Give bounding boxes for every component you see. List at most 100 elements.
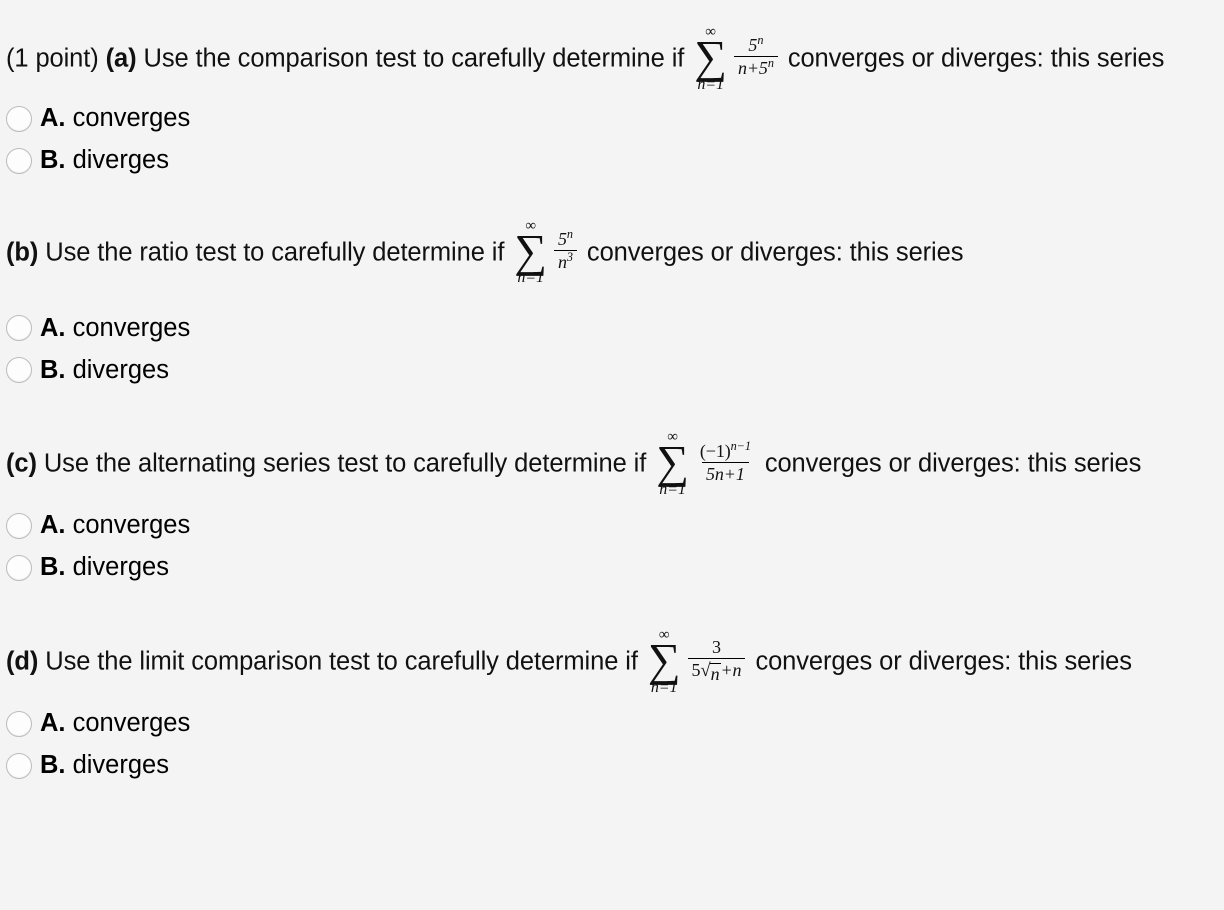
choice-label-b-diverges: B. diverges	[40, 355, 169, 384]
num-base-d: 3	[712, 636, 721, 657]
fraction-denominator-a: n+5n	[733, 56, 778, 79]
choice-key-a-2: B.	[40, 145, 66, 174]
question-text-a: (1 point) (a) Use the comparison test to…	[0, 25, 1224, 94]
part-label-d: (d)	[6, 647, 39, 676]
fraction-c: (−1)n−1 5n+1	[696, 438, 755, 484]
choice-value-d-1: converges	[65, 709, 191, 738]
choice-b-converges[interactable]: A. converges	[0, 307, 1224, 349]
part-label-a: (a)	[105, 44, 137, 73]
question-suffix-b: converges or diverges: this series	[579, 238, 964, 267]
question-text-b: (b) Use the ratio test to carefully dete…	[0, 218, 1224, 288]
choice-d-diverges[interactable]: B. diverges	[0, 745, 1224, 787]
choice-d-converges[interactable]: A. converges	[0, 703, 1224, 745]
part-label-c: (c)	[6, 450, 37, 479]
sigma-icon: ∑	[647, 634, 681, 686]
choices-c: A. converges B. diverges	[0, 505, 1224, 589]
choice-value-c-1: converges	[65, 511, 191, 540]
choice-value-a-1: converges	[65, 103, 191, 132]
choice-value-a-2: diverges	[65, 145, 169, 174]
fraction-denominator-b: n3	[554, 250, 577, 272]
fraction-numerator-b: 5n	[554, 226, 577, 250]
sum-lower-limit-c: n=1	[659, 481, 686, 499]
den-prefix-d: 5	[691, 660, 701, 681]
sigma-icon: ∑	[694, 31, 727, 82]
math-expression-a: ∞ ∑ n=1 5n n+5n	[694, 25, 778, 93]
math-expression-b: ∞ ∑ n=1 5n n3	[514, 218, 577, 287]
square-root-icon: √ n	[700, 661, 721, 684]
sum-lower-limit-d: n=1	[650, 678, 678, 696]
fraction-numerator-a: 5n	[744, 33, 767, 56]
choice-c-diverges[interactable]: B. diverges	[0, 547, 1224, 589]
num-exponent-a: n	[757, 33, 764, 48]
radio-b-converges[interactable]	[6, 315, 32, 342]
choices-a: A. converges B. diverges	[0, 98, 1224, 182]
question-prefix-c: Use the alternating series test to caref…	[36, 450, 654, 479]
radio-a-diverges[interactable]	[6, 147, 32, 174]
problem-d: (d) Use the limit comparison test to car…	[0, 589, 1224, 787]
problem-b: (b) Use the ratio test to carefully dete…	[0, 182, 1224, 392]
num-base-b: 5	[558, 228, 567, 249]
fraction-b: 5n n3	[554, 226, 577, 272]
sigma-icon: ∑	[656, 436, 689, 488]
problem-page: (1 point) (a) Use the comparison test to…	[0, 0, 1224, 910]
question-prefix-a: Use the comparison test to carefully det…	[136, 44, 692, 73]
summation-symbol-c: ∞ ∑ n=1	[656, 430, 689, 498]
fraction-denominator-d: 5 √ n +n	[687, 658, 746, 684]
choice-c-converges[interactable]: A. converges	[0, 505, 1224, 547]
problem-a: (1 point) (a) Use the comparison test to…	[0, 0, 1224, 182]
question-prefix-b: Use the ratio test to carefully determin…	[38, 238, 512, 267]
question-text-c: (c) Use the alternating series test to c…	[0, 430, 1224, 499]
choice-label-c-diverges: B. diverges	[40, 555, 169, 581]
radio-c-converges[interactable]	[6, 513, 32, 540]
question-suffix-a: converges or diverges: this series	[780, 44, 1165, 73]
choice-key-b-2: B.	[40, 355, 66, 384]
radio-b-diverges[interactable]	[6, 357, 32, 384]
sum-lower-limit-b: n=1	[517, 269, 544, 287]
choice-key-c-1: A.	[40, 511, 66, 540]
radio-d-diverges[interactable]	[6, 752, 32, 779]
problem-c: (c) Use the alternating series test to c…	[0, 391, 1224, 589]
choice-a-diverges[interactable]: B. diverges	[0, 140, 1224, 182]
choice-key-c-2: B.	[40, 553, 66, 582]
fraction-numerator-c: (−1)n−1	[696, 438, 755, 462]
choice-value-c-2: diverges	[65, 553, 169, 582]
choice-a-converges[interactable]: A. converges	[0, 98, 1224, 140]
den-exponent-a: n	[767, 56, 774, 71]
choice-value-b-2: diverges	[65, 355, 169, 384]
choice-label-a-diverges: B. diverges	[40, 145, 169, 174]
den-base-a: n+5	[737, 58, 768, 79]
math-expression-c: ∞ ∑ n=1 (−1)n−1 5n+1	[656, 430, 755, 498]
num-base-c: (−1)	[699, 440, 731, 461]
radio-a-converges[interactable]	[6, 105, 32, 132]
summation-symbol-a: ∞ ∑ n=1	[694, 25, 727, 93]
fraction-denominator-c: 5n+1	[701, 461, 749, 484]
choice-label-b-converges: A. converges	[40, 313, 190, 342]
part-label-b: (b)	[6, 238, 39, 267]
choice-b-diverges[interactable]: B. diverges	[0, 349, 1224, 391]
summation-symbol-d: ∞ ∑ n=1	[648, 628, 681, 696]
choice-label-c-converges: A. converges	[40, 513, 190, 539]
choice-value-d-2: diverges	[65, 751, 169, 780]
choices-d: A. converges B. diverges	[0, 703, 1224, 787]
num-exponent-c: n−1	[730, 438, 751, 453]
fraction-a: 5n n+5n	[733, 33, 778, 79]
summation-symbol-b: ∞ ∑ n=1	[514, 218, 547, 287]
choices-b: A. converges B. diverges	[0, 307, 1224, 391]
choice-key-b-1: A.	[40, 313, 66, 342]
choice-label-a-converges: A. converges	[40, 103, 191, 132]
num-base-a: 5	[748, 35, 758, 56]
den-base-c: 5n+1	[705, 463, 745, 484]
sum-lower-limit-a: n=1	[697, 75, 724, 93]
fraction-d: 3 5 √ n +n	[687, 636, 746, 684]
points-label: (1 point)	[6, 44, 106, 73]
question-prefix-d: Use the limit comparison test to careful…	[38, 647, 645, 676]
den-exponent-b: 3	[566, 250, 573, 265]
num-exponent-b: n	[566, 226, 573, 241]
den-radicand-d: n	[709, 662, 721, 684]
choice-label-d-converges: A. converges	[40, 709, 191, 738]
choice-key-a-1: A.	[40, 103, 66, 132]
math-expression-d: ∞ ∑ n=1 3 5 √ n +n	[648, 628, 746, 696]
choice-key-d-1: A.	[40, 709, 66, 738]
radio-d-converges[interactable]	[6, 710, 32, 737]
radio-c-diverges[interactable]	[6, 555, 32, 582]
